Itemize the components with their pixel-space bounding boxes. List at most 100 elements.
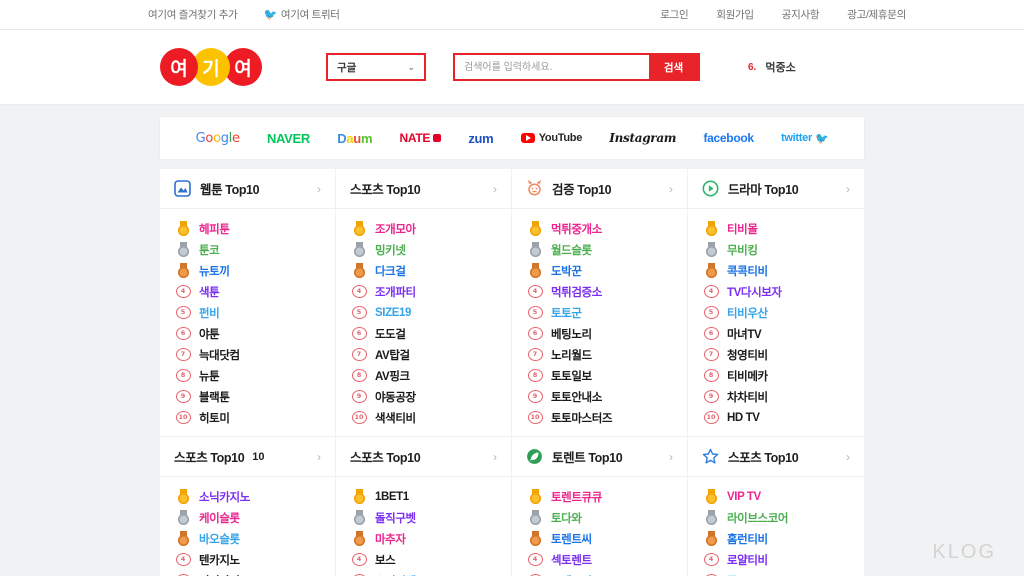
signup-link[interactable]: 회원가입 (716, 7, 754, 22)
card-header: 스포츠 Top10 › (688, 437, 864, 477)
list-item[interactable]: VIP TV (702, 486, 850, 507)
list-item[interactable]: 월드슬롯 (526, 239, 673, 260)
list-item[interactable]: 콕콕티비 (702, 260, 850, 281)
list-item[interactable]: 먹튀중개소 (526, 218, 673, 239)
chevron-right-icon[interactable]: › (846, 450, 850, 464)
list-item[interactable]: 마추자 (350, 528, 497, 549)
list-item[interactable]: 밍키넷 (350, 239, 497, 260)
hot-keyword-word: 먹중소 (765, 62, 796, 74)
list-item[interactable]: 5 SIZE19 (350, 302, 497, 323)
portal-nate[interactable]: NATE (399, 131, 442, 145)
list-item-label: 토렌트큐큐 (551, 491, 602, 504)
list-item[interactable]: 4 섹토렌트 (526, 549, 673, 570)
list-item[interactable]: 4 로얄티비 (702, 549, 850, 570)
chevron-right-icon[interactable]: › (317, 182, 321, 196)
advertising-link[interactable]: 광고/제휴문의 (847, 7, 906, 22)
rank-badge: 6 (526, 327, 544, 340)
chevron-right-icon[interactable]: › (317, 450, 321, 464)
list-item[interactable]: 툰코 (174, 239, 321, 260)
list-item[interactable]: 7 AV탑걸 (350, 344, 497, 365)
list-item[interactable]: 8 티비메카 (702, 365, 850, 386)
list-item[interactable]: 4 TV다시보자 (702, 281, 850, 302)
medal-icon-3 (353, 531, 365, 546)
ranking-card: 스포츠 Top10 › VIP TV 라이브스코어홈런티비 4 로얄티비 5쿨TV (688, 437, 864, 576)
medal-icon-1 (353, 489, 365, 504)
list-item[interactable]: 무비킹 (702, 239, 850, 260)
list-item[interactable]: 10 토토마스터즈 (526, 407, 673, 428)
list-item[interactable]: 6 도도걸 (350, 323, 497, 344)
list-item[interactable]: 4 먹튀검증소 (526, 281, 673, 302)
rank-badge: 8 (526, 369, 544, 382)
portal-daum[interactable]: Daum (337, 131, 372, 146)
list-item[interactable]: 5 토토군 (526, 302, 673, 323)
hot-keyword[interactable]: 6. 먹중소 (748, 59, 796, 75)
list-item[interactable]: 1BET1 (350, 486, 497, 507)
list-item[interactable]: 9 블랙툰 (174, 386, 321, 407)
list-item[interactable]: 10 색색티비 (350, 407, 497, 428)
bookmark-add-link[interactable]: 여기여 즐겨찾기 추가 (148, 7, 238, 22)
twitter-link[interactable]: 🐦 여기여 트뤼터 (263, 7, 339, 22)
list-item[interactable]: 7 늑대닷컴 (174, 344, 321, 365)
list-item[interactable]: 6 마녀TV (702, 323, 850, 344)
list-item[interactable]: 8 AV핑크 (350, 365, 497, 386)
site-logo[interactable]: 여 기 여 (160, 48, 262, 86)
list-item[interactable]: 바오슬롯 (174, 528, 321, 549)
search-engine-select[interactable]: 구글 ⌄ (326, 53, 426, 81)
list-item[interactable]: 4 조개파티 (350, 281, 497, 302)
list-item[interactable]: 4 텐카지노 (174, 549, 321, 570)
list-item[interactable]: 6 베팅노리 (526, 323, 673, 344)
list-item[interactable]: 라이브스코어 (702, 507, 850, 528)
chevron-right-icon[interactable]: › (493, 182, 497, 196)
list-item[interactable]: 토다와 (526, 507, 673, 528)
list-item[interactable]: 뉴토끼 (174, 260, 321, 281)
list-item[interactable]: 5 펀비 (174, 302, 321, 323)
rank-badge: 8 (174, 369, 192, 382)
chevron-right-icon[interactable]: › (493, 450, 497, 464)
search-button[interactable]: 검색 (649, 55, 698, 79)
list-item[interactable]: 7 노리월드 (526, 344, 673, 365)
list-item[interactable]: 토렌트씨 (526, 528, 673, 549)
portal-youtube[interactable]: YouTube (520, 132, 582, 144)
list-item[interactable]: 5토렌트킹 (526, 570, 673, 576)
medal-icon-3 (529, 531, 541, 546)
list-item[interactable]: 5쿨TV (702, 570, 850, 576)
list-item[interactable]: 케이슬롯 (174, 507, 321, 528)
login-link[interactable]: 로그인 (660, 7, 688, 22)
list-item[interactable]: 도박꾼 (526, 260, 673, 281)
list-item[interactable]: 다크걸 (350, 260, 497, 281)
rank-badge (174, 263, 192, 278)
list-item[interactable]: 9 차차티비 (702, 386, 850, 407)
list-item[interactable]: 헤피툰 (174, 218, 321, 239)
notice-link[interactable]: 공지사항 (782, 7, 820, 22)
list-item[interactable]: 5 티비우산 (702, 302, 850, 323)
chevron-right-icon[interactable]: › (669, 450, 673, 464)
portal-twitter[interactable]: twitter 🐦 (781, 132, 829, 145)
list-item-label: 섹토렌트 (551, 554, 592, 567)
list-item[interactable]: 조개모아 (350, 218, 497, 239)
list-item[interactable]: 10 히토미 (174, 407, 321, 428)
portal-instagram[interactable]: Instagram (609, 131, 676, 145)
list-item[interactable]: 8 뉴툰 (174, 365, 321, 386)
list-item[interactable]: 9 야동공장 (350, 386, 497, 407)
list-item[interactable]: 9 토토안내소 (526, 386, 673, 407)
list-item[interactable]: 티비몰 (702, 218, 850, 239)
list-item[interactable]: 4 보스 (350, 549, 497, 570)
list-item[interactable]: 돌직구벳 (350, 507, 497, 528)
list-item[interactable]: 홈런티비 (702, 528, 850, 549)
list-item[interactable]: 소닉카지노 (174, 486, 321, 507)
chevron-right-icon[interactable]: › (846, 182, 850, 196)
list-item[interactable]: 5쇼미더벳 (350, 570, 497, 576)
list-item[interactable]: 7 청영티비 (702, 344, 850, 365)
list-item[interactable]: 8 토토일보 (526, 365, 673, 386)
chevron-right-icon[interactable]: › (669, 182, 673, 196)
list-item[interactable]: 6 야툰 (174, 323, 321, 344)
list-item[interactable]: 토렌트큐큐 (526, 486, 673, 507)
portal-google[interactable]: Google (196, 131, 240, 146)
portal-facebook[interactable]: facebook (703, 131, 754, 145)
portal-naver[interactable]: NAVER (267, 131, 310, 146)
list-item[interactable]: 4 색툰 (174, 281, 321, 302)
list-item[interactable]: 10 HD TV (702, 407, 850, 428)
search-input[interactable] (455, 55, 649, 79)
list-item[interactable]: 5지니카지노 (174, 570, 321, 576)
portal-zum[interactable]: zum (468, 131, 493, 146)
